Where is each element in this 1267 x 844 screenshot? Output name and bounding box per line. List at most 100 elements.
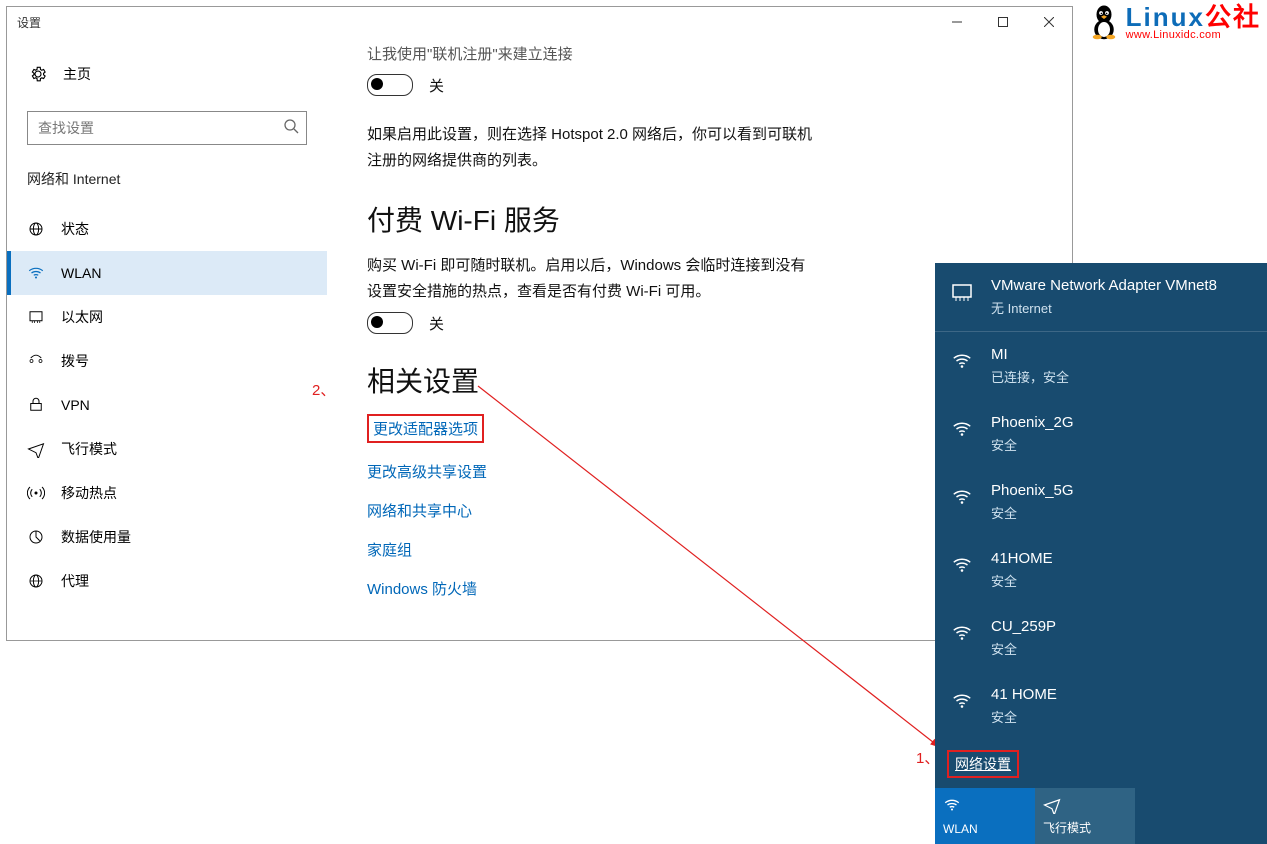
button-label: WLAN — [943, 822, 1027, 836]
linux-logo: Linux公社 www.Linuxidc.com — [1088, 4, 1261, 41]
flyout-airplane-button[interactable]: 飞行模式 — [1035, 788, 1135, 844]
hotspot-note: 如果启用此设置，则在选择 Hotspot 2.0 网络后，你可以看到可联机注册的… — [367, 122, 817, 173]
network-vmware[interactable]: VMware Network Adapter VMnet8 无 Internet — [935, 263, 1267, 331]
network-sub: 安全 — [991, 503, 1074, 522]
search-wrap — [27, 111, 307, 145]
toggle-label: 关 — [429, 75, 444, 96]
nav-vpn[interactable]: VPN — [7, 383, 327, 427]
link-advanced-sharing[interactable]: 更改高级共享设置 — [367, 461, 1032, 482]
link-network-center[interactable]: 网络和共享中心 — [367, 500, 1032, 521]
network-phoenix5g[interactable]: Phoenix_5G 安全 — [935, 468, 1267, 536]
logo-brand: Linux公社 — [1126, 4, 1261, 30]
network-name: Phoenix_5G — [991, 482, 1074, 499]
link-homegroup[interactable]: 家庭组 — [367, 539, 1032, 560]
nav-label: WLAN — [61, 265, 101, 281]
nav-ethernet[interactable]: 以太网 — [7, 295, 327, 339]
maximize-icon — [998, 17, 1008, 27]
sidebar: 主页 网络和 Internet 状态 WLAN 以太网 — [7, 37, 327, 640]
flyout-buttons: WLAN 飞行模式 — [935, 788, 1267, 844]
clipped-heading: 让我使用"联机注册"来建立连接 — [367, 43, 987, 64]
home-button[interactable]: 主页 — [7, 55, 327, 93]
wifi-icon — [949, 620, 975, 646]
nav-label: VPN — [61, 397, 90, 413]
settings-window: 设置 主页 网络和 Internet — [6, 6, 1073, 641]
annotation-2: 2、 — [312, 379, 335, 400]
nav-status[interactable]: 状态 — [7, 207, 327, 251]
nav-label: 数据使用量 — [61, 527, 131, 547]
button-label: 飞行模式 — [1043, 819, 1127, 836]
related-links: 更改适配器选项 更改高级共享设置 网络和共享中心 家庭组 Windows 防火墙 — [367, 414, 1032, 599]
nav-label: 状态 — [61, 219, 89, 239]
network-name: VMware Network Adapter VMnet8 — [991, 277, 1217, 294]
dialup-icon — [25, 352, 47, 370]
nav-airplane[interactable]: 飞行模式 — [7, 427, 327, 471]
ethernet-icon — [949, 279, 975, 305]
network-sub: 安全 — [991, 571, 1053, 590]
network-cu259p[interactable]: CU_259P 安全 — [935, 604, 1267, 672]
link-firewall[interactable]: Windows 防火墙 — [367, 578, 1032, 599]
toggle-label: 关 — [429, 313, 444, 334]
nav-proxy[interactable]: 代理 — [7, 559, 327, 603]
network-sub: 安全 — [991, 639, 1056, 658]
network-name: 41HOME — [991, 550, 1053, 567]
wifi-icon — [949, 552, 975, 578]
nav-hotspot[interactable]: 移动热点 — [7, 471, 327, 515]
proxy-icon — [25, 572, 47, 590]
nav-dialup[interactable]: 拨号 — [7, 339, 327, 383]
hotspot-icon — [25, 484, 47, 502]
network-sub: 安全 — [991, 707, 1057, 726]
maximize-button[interactable] — [980, 7, 1026, 37]
toggle-online-signup[interactable] — [367, 74, 413, 96]
gear-icon — [27, 63, 49, 85]
wifi-icon — [949, 688, 975, 714]
network-phoenix2g[interactable]: Phoenix_2G 安全 — [935, 400, 1267, 468]
wifi-icon — [949, 484, 975, 510]
search-icon — [283, 118, 299, 139]
status-icon — [25, 220, 47, 238]
flyout-wlan-button[interactable]: WLAN — [935, 788, 1035, 844]
annotation-1: 1、 — [916, 747, 939, 768]
close-button[interactable] — [1026, 7, 1072, 37]
network-settings-link[interactable]: 网络设置 — [947, 750, 1019, 778]
network-name: MI — [991, 346, 1069, 363]
data-icon — [25, 528, 47, 546]
paid-note: 购买 Wi-Fi 即可随时联机。启用以后，Windows 会临时连接到没有设置安… — [367, 253, 817, 304]
ethernet-icon — [25, 308, 47, 326]
nav-datausage[interactable]: 数据使用量 — [7, 515, 327, 559]
nav-label: 以太网 — [61, 307, 103, 327]
home-label: 主页 — [63, 64, 91, 84]
network-41-home[interactable]: 41 HOME 安全 — [935, 672, 1267, 740]
search-input[interactable] — [27, 111, 307, 145]
toggle-row-online-signup: 关 — [367, 74, 1032, 96]
network-sub: 无 Internet — [991, 298, 1217, 317]
network-flyout: VMware Network Adapter VMnet8无 Internet … — [935, 263, 1267, 844]
vpn-icon — [25, 396, 47, 414]
minimize-button[interactable] — [934, 7, 980, 37]
network-settings-row: 网络设置 — [935, 740, 1267, 788]
nav-wlan[interactable]: WLAN — [7, 251, 327, 295]
wifi-icon — [949, 416, 975, 442]
content-area: 主页 网络和 Internet 状态 WLAN 以太网 — [7, 37, 1072, 640]
network-name: CU_259P — [991, 618, 1056, 635]
toggle-paid-wifi[interactable] — [367, 312, 413, 334]
minimize-icon — [952, 17, 962, 27]
category-label: 网络和 Internet — [7, 169, 327, 189]
section-related: 相关设置 — [367, 360, 1032, 400]
network-name: Phoenix_2G — [991, 414, 1074, 431]
nav-label: 移动热点 — [61, 483, 117, 503]
window-title: 设置 — [17, 14, 934, 31]
airplane-icon — [25, 440, 47, 458]
close-icon — [1044, 17, 1054, 27]
link-adapter-options[interactable]: 更改适配器选项 — [367, 414, 484, 443]
wifi-icon — [943, 796, 961, 814]
nav-label: 飞行模式 — [61, 439, 117, 459]
network-sub: 安全 — [991, 435, 1074, 454]
airplane-icon — [1043, 796, 1061, 814]
nav-label: 拨号 — [61, 351, 89, 371]
network-name: 41 HOME — [991, 686, 1057, 703]
network-mi[interactable]: MI已连接，安全 — [935, 332, 1267, 400]
wifi-icon — [949, 348, 975, 374]
titlebar: 设置 — [7, 7, 1072, 37]
toggle-row-paid: 关 — [367, 312, 1032, 334]
network-41home[interactable]: 41HOME 安全 — [935, 536, 1267, 604]
